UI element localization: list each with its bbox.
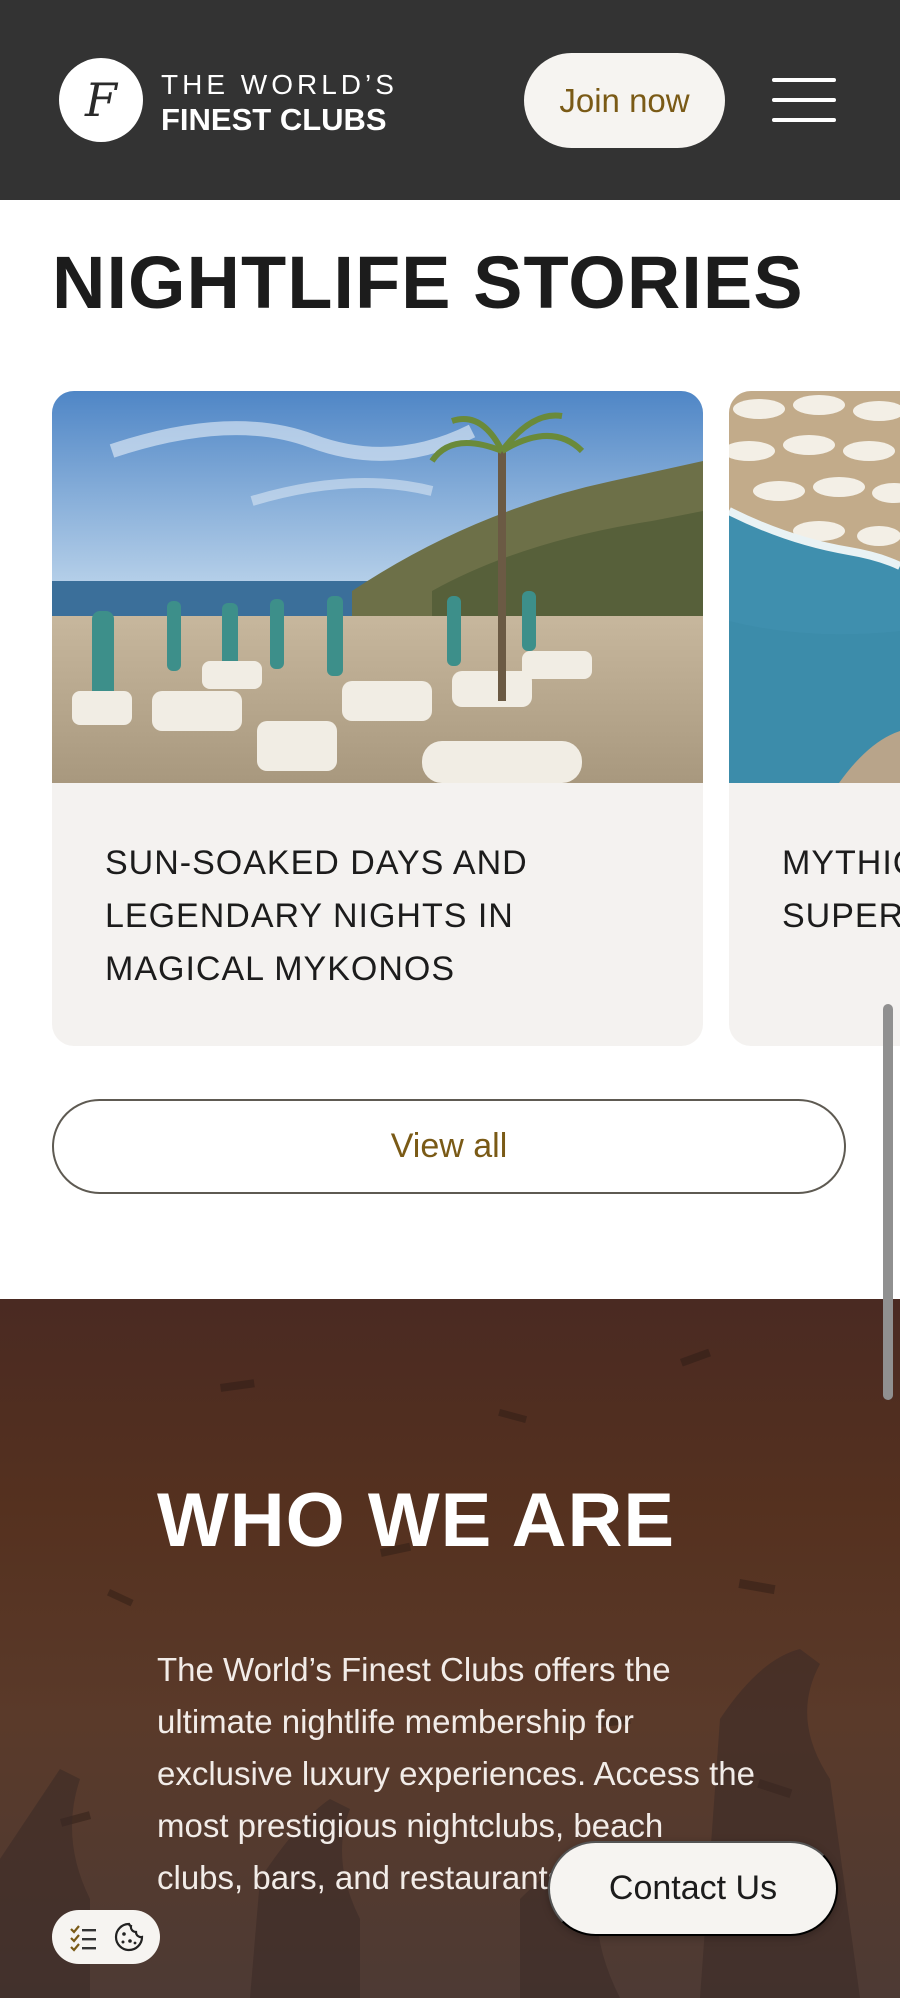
story-card[interactable]: MYTHIC SUPER <box>729 391 900 1046</box>
story-card-image-lagoon <box>729 391 900 783</box>
cookie-preferences-widget[interactable] <box>52 1910 160 1964</box>
checklist-icon[interactable] <box>65 1919 101 1955</box>
section-title-nightlife-stories: NIGHTLIFE STORIES <box>52 241 804 324</box>
story-card-image-beach-club <box>52 391 703 783</box>
story-card-title: SUN-SOAKED DAYS AND LEGENDARY NIGHTS IN … <box>105 844 528 988</box>
site-header: F THE WORLD’S FINEST CLUBS Join now <box>0 0 900 200</box>
who-we-are-title: WHO WE ARE <box>157 1478 676 1563</box>
page-scrollbar-thumb[interactable] <box>883 1004 893 1400</box>
logo-line-1: THE WORLD’S <box>161 69 398 100</box>
logo-line-2: FINEST CLUBS <box>161 102 387 137</box>
story-card[interactable]: SUN-SOAKED DAYS AND LEGENDARY NIGHTS IN … <box>52 391 703 1046</box>
story-card-title: MYTHIC SUPER <box>782 844 900 935</box>
contact-us-button[interactable]: Contact Us <box>548 1841 838 1936</box>
join-now-button[interactable]: Join now <box>524 53 725 148</box>
hamburger-menu-icon[interactable] <box>772 76 836 124</box>
view-all-button[interactable]: View all <box>52 1099 846 1194</box>
cookie-icon[interactable] <box>111 1919 147 1955</box>
logo-wordmark[interactable]: THE WORLD’S FINEST CLUBS <box>161 68 398 138</box>
logo-monogram-icon[interactable]: F <box>59 58 143 142</box>
logo-monogram-letter: F <box>85 73 117 127</box>
